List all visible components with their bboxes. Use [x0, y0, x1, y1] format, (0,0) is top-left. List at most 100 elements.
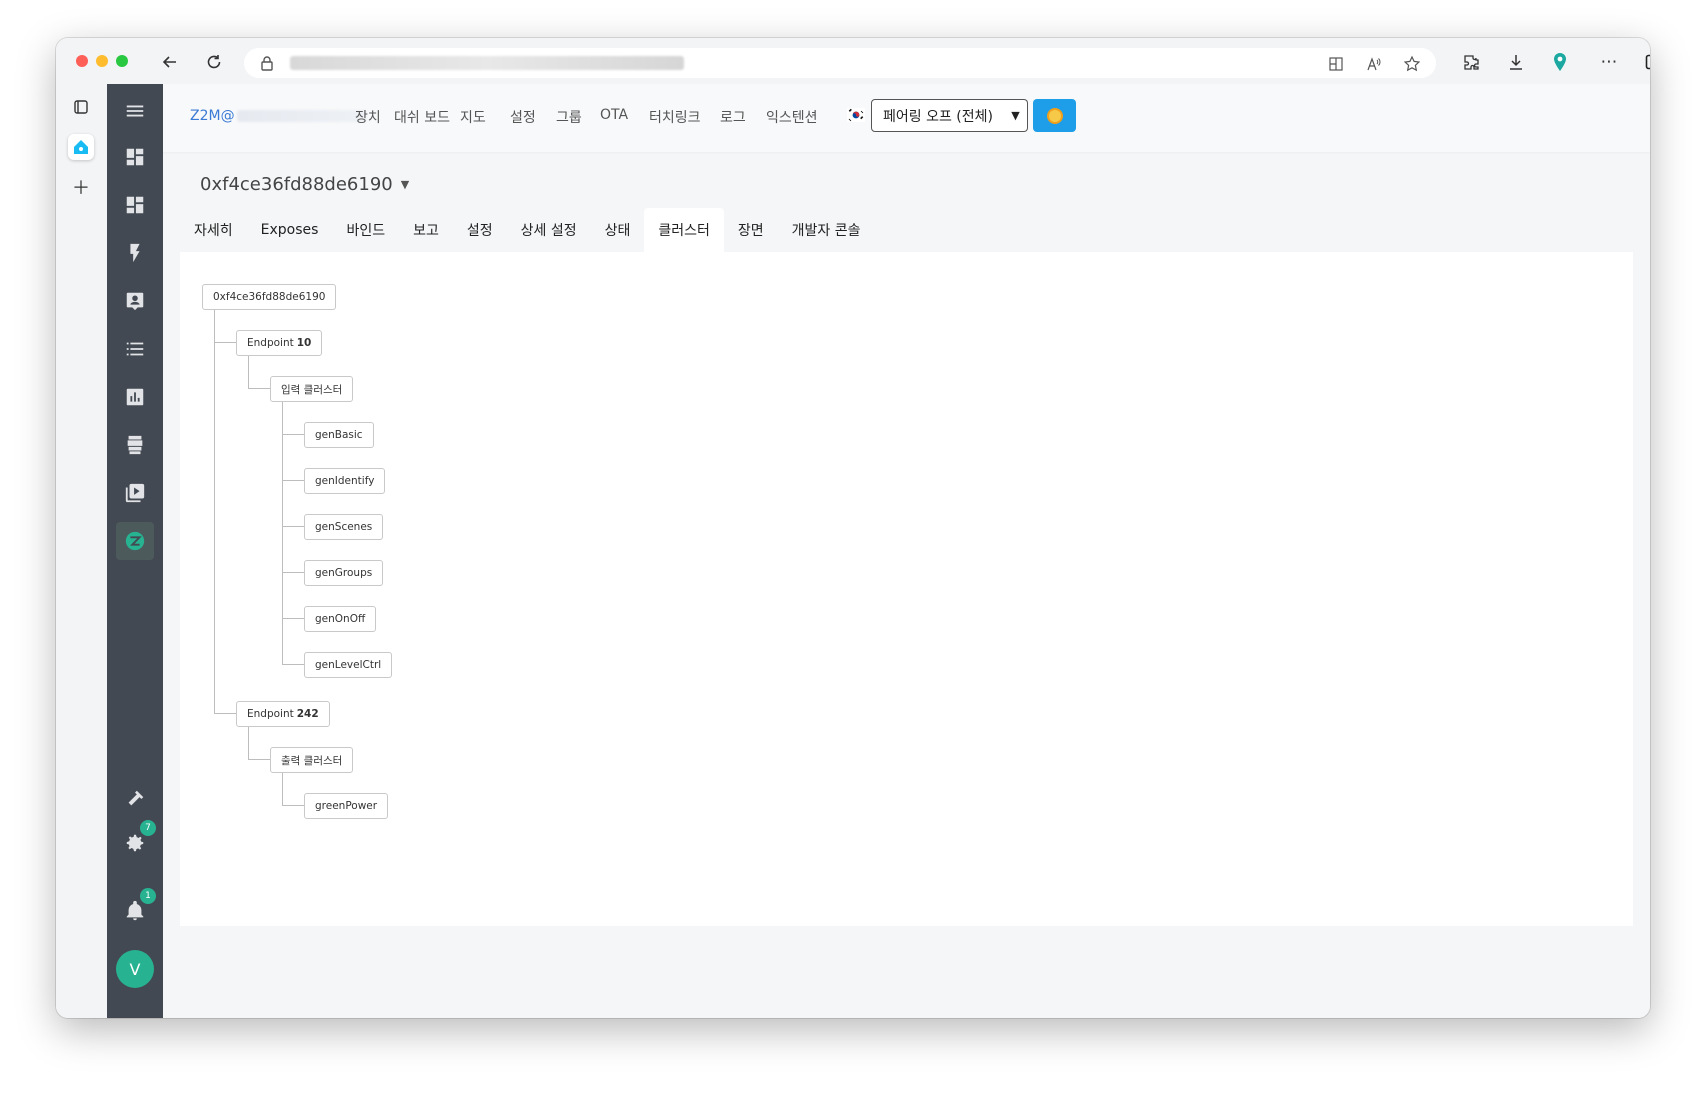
browser-toolbar: ⋯: [56, 38, 1650, 84]
tree-cluster-genbasic: genBasic: [304, 422, 374, 448]
device-title[interactable]: 0xf4ce36fd88de6190 ▼: [200, 174, 409, 195]
settings-gear-icon[interactable]: 7: [116, 820, 156, 862]
korean-flag-icon[interactable]: [846, 106, 866, 124]
vertical-tab-strip: ＋: [56, 84, 107, 1018]
tab-actions-icon[interactable]: [68, 94, 94, 120]
brand-link[interactable]: Z2M@: [190, 108, 367, 124]
zigbee2mqtt-icon[interactable]: [116, 522, 154, 560]
more-icon[interactable]: ⋯: [1597, 50, 1621, 74]
tree-input-clusters: 입력 클러스터: [270, 376, 354, 402]
tree-root-device: 0xf4ce36fd88de6190: [202, 284, 337, 310]
tab-state[interactable]: 상태: [591, 208, 645, 252]
notifications-badge: 1: [140, 888, 156, 904]
ha-sidebar: 7 1 V: [107, 84, 163, 1018]
address-bar[interactable]: [244, 48, 1436, 78]
read-aloud-icon[interactable]: [1364, 54, 1384, 74]
download-icon[interactable]: [1504, 50, 1528, 74]
developer-tools-hammer-icon[interactable]: [116, 780, 154, 818]
sun-icon: [1046, 107, 1063, 124]
device-name: 0xf4ce36fd88de6190: [200, 174, 393, 195]
tree-line: [282, 402, 283, 664]
tab-reporting[interactable]: 보고: [399, 208, 453, 252]
media-play-icon[interactable]: [116, 474, 154, 512]
nav-groups[interactable]: 그룹: [556, 107, 582, 127]
tab-bind[interactable]: 바인드: [332, 208, 399, 252]
tree-line: [282, 434, 304, 435]
brand-text: Z2M@: [190, 108, 235, 124]
endpoint-label: Endpoint: [247, 337, 294, 349]
user-avatar[interactable]: V: [116, 950, 154, 988]
reload-icon[interactable]: [202, 50, 226, 74]
tree-line: [282, 526, 304, 527]
sidebar-icon[interactable]: [1642, 50, 1650, 74]
url-text-redacted: [290, 56, 684, 70]
tab-scene[interactable]: 장면: [724, 208, 778, 252]
split-screen-icon[interactable]: [1326, 54, 1346, 74]
tree-cluster-genscenes: genScenes: [304, 514, 384, 540]
account-box-icon[interactable]: [116, 282, 154, 320]
tree-endpoint-10: Endpoint 10: [236, 330, 323, 356]
minimize-window-button[interactable]: [96, 55, 108, 67]
home-assistant-tab-icon[interactable]: [68, 134, 94, 160]
device-tabs: 자세히 Exposes 바인드 보고 설정 상세 설정 상태 클러스터 장면 개…: [180, 208, 875, 252]
tree-line: [214, 713, 236, 714]
tree-line: [248, 388, 270, 389]
tree-line: [282, 664, 304, 665]
permit-join-dropdown[interactable]: ▼: [1004, 99, 1028, 132]
tree-line: [214, 342, 236, 343]
list-icon[interactable]: [116, 330, 154, 368]
tree-cluster-genonoff: genOnOff: [304, 606, 377, 632]
nav-logs[interactable]: 로그: [720, 107, 746, 127]
chevron-down-icon: ▼: [400, 178, 410, 191]
nav-touchlink[interactable]: 터치링크: [649, 107, 701, 127]
menu-icon[interactable]: [116, 92, 154, 130]
endpoint-id: 242: [296, 708, 319, 720]
tab-details[interactable]: 자세히: [180, 208, 247, 252]
tree-line: [214, 284, 215, 714]
tab-settings[interactable]: 설정: [453, 208, 507, 252]
tree-cluster-genidentify: genIdentify: [304, 468, 386, 494]
energy-dashboard-icon[interactable]: [116, 186, 154, 224]
chevron-down-icon: ▼: [1011, 109, 1020, 122]
endpoint-id: 10: [296, 337, 312, 349]
notifications-bell-icon[interactable]: 1: [116, 888, 156, 930]
tree-endpoint-242: Endpoint 242: [236, 701, 330, 727]
overview-dashboard-icon[interactable]: [116, 138, 154, 176]
back-icon[interactable]: [158, 50, 182, 74]
nav-extensions[interactable]: 익스텐션: [766, 107, 818, 127]
tree-line: [248, 759, 270, 760]
tree-line: [248, 356, 249, 388]
tab-clusters[interactable]: 클러스터: [644, 208, 724, 252]
tree-line: [282, 572, 304, 573]
lock-icon: [258, 54, 276, 72]
tree-output-clusters: 출력 클러스터: [270, 747, 354, 773]
nav-ota[interactable]: OTA: [600, 107, 628, 123]
permit-join-button[interactable]: 페어링 오프 (전체): [871, 99, 1005, 132]
tab-settings-specific[interactable]: 상세 설정: [507, 208, 591, 252]
tree-line: [282, 480, 304, 481]
main-content: Z2M@ 장치 대쉬 보드 지도 설정 그룹 OTA 터치링크 로그 익스텐션 …: [163, 84, 1650, 1018]
brand-host-redacted: [236, 110, 367, 122]
browser-window: ⋯ ＋ 7 1 V Z2M@ 장치 대쉬 보드 지도 설정 그룹 OTA 터치링…: [56, 38, 1650, 1018]
tab-dev-console[interactable]: 개발자 콘솔: [778, 208, 875, 252]
nav-map[interactable]: 지도: [460, 107, 486, 127]
endpoint-label: Endpoint: [247, 708, 294, 720]
chart-box-icon[interactable]: [116, 378, 154, 416]
nav-settings[interactable]: 설정: [510, 107, 536, 127]
theme-toggle-button[interactable]: [1033, 99, 1076, 132]
z2m-top-navigation: Z2M@ 장치 대쉬 보드 지도 설정 그룹 OTA 터치링크 로그 익스텐션 …: [163, 84, 1650, 152]
extensions-icon[interactable]: [1459, 50, 1483, 74]
tab-exposes[interactable]: Exposes: [247, 208, 333, 252]
favorite-icon[interactable]: [1402, 54, 1422, 74]
nav-dashboard[interactable]: 대쉬 보드: [394, 107, 450, 127]
pin-icon[interactable]: [1548, 50, 1572, 74]
nav-devices[interactable]: 장치: [355, 107, 381, 127]
clusters-panel: 0xf4ce36fd88de6190 Endpoint 10 입력 클러스터 ge…: [180, 252, 1633, 926]
new-tab-icon[interactable]: ＋: [68, 174, 94, 200]
close-window-button[interactable]: [76, 55, 88, 67]
settings-badge: 7: [140, 820, 156, 836]
lightning-icon[interactable]: [116, 234, 154, 272]
hacs-store-icon[interactable]: [116, 426, 154, 464]
maximize-window-button[interactable]: [116, 55, 128, 67]
tree-cluster-gengroups: genGroups: [304, 560, 384, 586]
